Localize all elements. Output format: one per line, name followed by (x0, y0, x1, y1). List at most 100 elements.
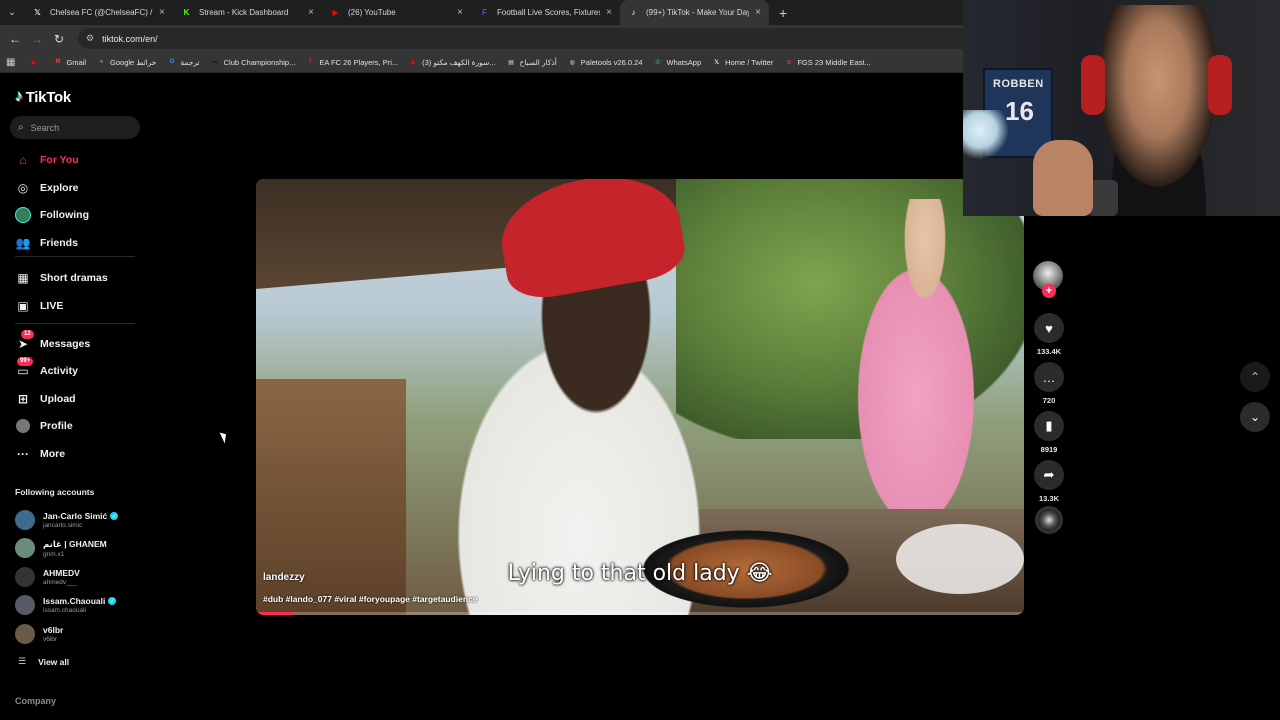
browser-tab[interactable]: 𝕏 Chelsea FC (@ChelseaFC) / X × (24, 0, 173, 25)
browser-tab[interactable]: ♪ (99+) TikTok - Make Your Day × (620, 0, 769, 25)
nav-profile[interactable]: Profile (15, 416, 73, 436)
nav-activity[interactable]: ▭ 99+ Activity (15, 357, 78, 381)
verified-check-icon: ✓ (110, 512, 119, 520)
like-count: 133.4K (1036, 347, 1062, 356)
gmail-icon: M (55, 59, 61, 65)
apps-icon[interactable]: ▦ (6, 57, 15, 68)
share-count: 13.3K (1038, 494, 1059, 503)
browser-tab[interactable]: ▶ (26) YouTube × (322, 0, 471, 25)
site-info-icon[interactable]: ⚙ (86, 33, 94, 44)
account-name: غانم | GHANEM (43, 538, 107, 549)
video-player[interactable]: Lying to that old lady 😂 landezzy #dub #… (256, 179, 1024, 615)
close-tab-icon[interactable]: × (159, 7, 165, 18)
bookmark-item[interactable]: F EA FC 26 Players, Pri... (306, 58, 398, 67)
bookmark-item[interactable]: ● Google خرائط (97, 58, 157, 67)
search-input[interactable] (30, 122, 126, 133)
heart-icon[interactable]: ♥ (1034, 313, 1064, 343)
sidebar: ♪ TikTok ⌕ ⌂ For You ◎ Explore Following… (0, 74, 150, 720)
nav-following[interactable]: Following (15, 205, 89, 225)
share-icon[interactable]: ➦ (1034, 460, 1064, 490)
video-progress-fill (256, 612, 295, 615)
back-icon[interactable]: ← (4, 32, 26, 46)
nav-more[interactable]: ··· More (15, 444, 65, 464)
account-handle: ahmedv___ (43, 579, 77, 586)
nav-label: Upload (40, 393, 76, 405)
bookmark-item[interactable]: 𝕏 Home / Twitter (712, 58, 773, 67)
nav-short-dramas[interactable]: ▦ Short dramas (15, 268, 107, 288)
new-tab-icon[interactable]: + (769, 0, 797, 25)
translate-icon: G (169, 59, 175, 65)
like-action[interactable]: ♥ 133.4K (1033, 313, 1065, 356)
following-account[interactable]: غانم | GHANEM gnm.x1 (15, 537, 107, 559)
nav-friends[interactable]: 👥 Friends (15, 233, 78, 253)
send-icon: ➤ 12 (15, 330, 34, 352)
share-action[interactable]: ➦ 13.3K (1033, 460, 1065, 503)
bookmark-label: (3) سورة الكهف مكتو... (422, 57, 496, 67)
comment-action[interactable]: … 720 (1033, 362, 1065, 405)
more-dots-icon: ··· (17, 447, 29, 461)
bookmark-label: Home / Twitter (725, 57, 774, 67)
browser-tab[interactable]: K Stream - Kick Dashboard × (173, 0, 322, 25)
nav-label: LIVE (40, 300, 64, 312)
close-tab-icon[interactable]: × (457, 7, 463, 18)
following-account[interactable]: v6lbr v6lbr (15, 623, 63, 645)
reload-icon[interactable]: ↻ (48, 32, 70, 46)
avatar (15, 595, 35, 615)
bookmark-item[interactable]: ▬ Club Championship... (211, 58, 295, 67)
bookmark-icon[interactable]: ▮ (1034, 411, 1064, 441)
bookmark-item[interactable]: M Gmail (53, 58, 86, 67)
nav-explore[interactable]: ◎ Explore (15, 178, 79, 198)
tiktok-note-icon: ♪ (15, 88, 23, 105)
bookmark-item[interactable]: ▤ أذكار الصباح (507, 58, 557, 67)
bookmark-item[interactable]: ◍ Paletools v26.0.24 (568, 58, 643, 67)
next-video-chevron-down-icon[interactable]: ⌄ (1240, 402, 1270, 432)
account-name: AHMEDV (43, 568, 80, 578)
close-tab-icon[interactable]: × (755, 7, 761, 18)
address-bar[interactable]: ⚙ tiktok.com/en/ (78, 28, 1018, 49)
nav-label: Profile (40, 420, 73, 432)
following-account[interactable]: AHMEDV ahmedv___ (15, 566, 80, 588)
logo-text: TikTok (25, 88, 71, 106)
bookmark-item[interactable]: ✿ FGS 23 Middle East... (784, 58, 870, 67)
video-username[interactable]: landezzy (263, 572, 305, 583)
following-account[interactable]: Jan-Carlo Simić ✓ jancarlo.simic (15, 509, 119, 531)
close-tab-icon[interactable]: × (606, 7, 612, 18)
bookmark-item[interactable]: G ترجمة (167, 58, 200, 67)
avatar (15, 538, 35, 558)
upload-plus-icon: ⊞ (17, 392, 29, 406)
browser-tab[interactable]: F Football Live Scores, Fixtures & × (471, 0, 620, 25)
film-icon: ▦ (17, 271, 29, 285)
previous-video-chevron-up-icon[interactable]: ⌃ (1240, 362, 1270, 392)
save-action[interactable]: ▮ 8919 (1033, 411, 1065, 454)
view-all-link[interactable]: ☰ View all (18, 656, 69, 667)
nav-live[interactable]: ▣ LIVE (15, 296, 63, 316)
following-account[interactable]: Issam.Chaouali ✓ issam.chaouali (15, 594, 117, 616)
inbox-icon: ▭ 99+ (15, 357, 34, 379)
youtube-icon: ▶ (411, 59, 416, 66)
nav-for-you[interactable]: ⌂ For You (15, 150, 78, 170)
nav-label: Friends (40, 237, 78, 249)
close-tab-icon[interactable]: × (308, 7, 314, 18)
nav-upload[interactable]: ⊞ Upload (15, 389, 76, 409)
bookmark-item[interactable]: ▶ (29, 58, 42, 67)
comment-count: 720 (1042, 396, 1056, 405)
forward-icon[interactable]: → (26, 32, 48, 46)
creator-avatar[interactable]: + (1033, 261, 1063, 298)
nav-label: Messages (40, 338, 91, 350)
video-progress-bar[interactable] (256, 612, 1024, 615)
bookmark-item[interactable]: ▶ (3) سورة الكهف مكتو... (409, 58, 495, 67)
mouse-cursor-icon (219, 430, 230, 444)
follow-plus-icon[interactable]: + (1042, 284, 1056, 298)
youtube-logo-icon: ▶ (332, 8, 339, 17)
music-disc[interactable] (1035, 506, 1063, 534)
bookmark-item[interactable]: ✆ WhatsApp (654, 58, 702, 67)
nav-messages[interactable]: ➤ 12 Messages (15, 330, 91, 354)
fgs-icon: ✿ (786, 59, 792, 66)
video-hashtags[interactable]: #dub #lando_077 #viral #foryoupage #targ… (263, 594, 477, 604)
search-box[interactable]: ⌕ (10, 116, 140, 139)
company-link[interactable]: Company (15, 696, 56, 706)
tiktok-logo[interactable]: ♪ TikTok (15, 88, 71, 106)
tab-search-icon[interactable]: ⌄ (0, 0, 24, 25)
bookmark-label: FGS 23 Middle East... (797, 57, 871, 67)
comment-icon[interactable]: … (1034, 362, 1064, 392)
